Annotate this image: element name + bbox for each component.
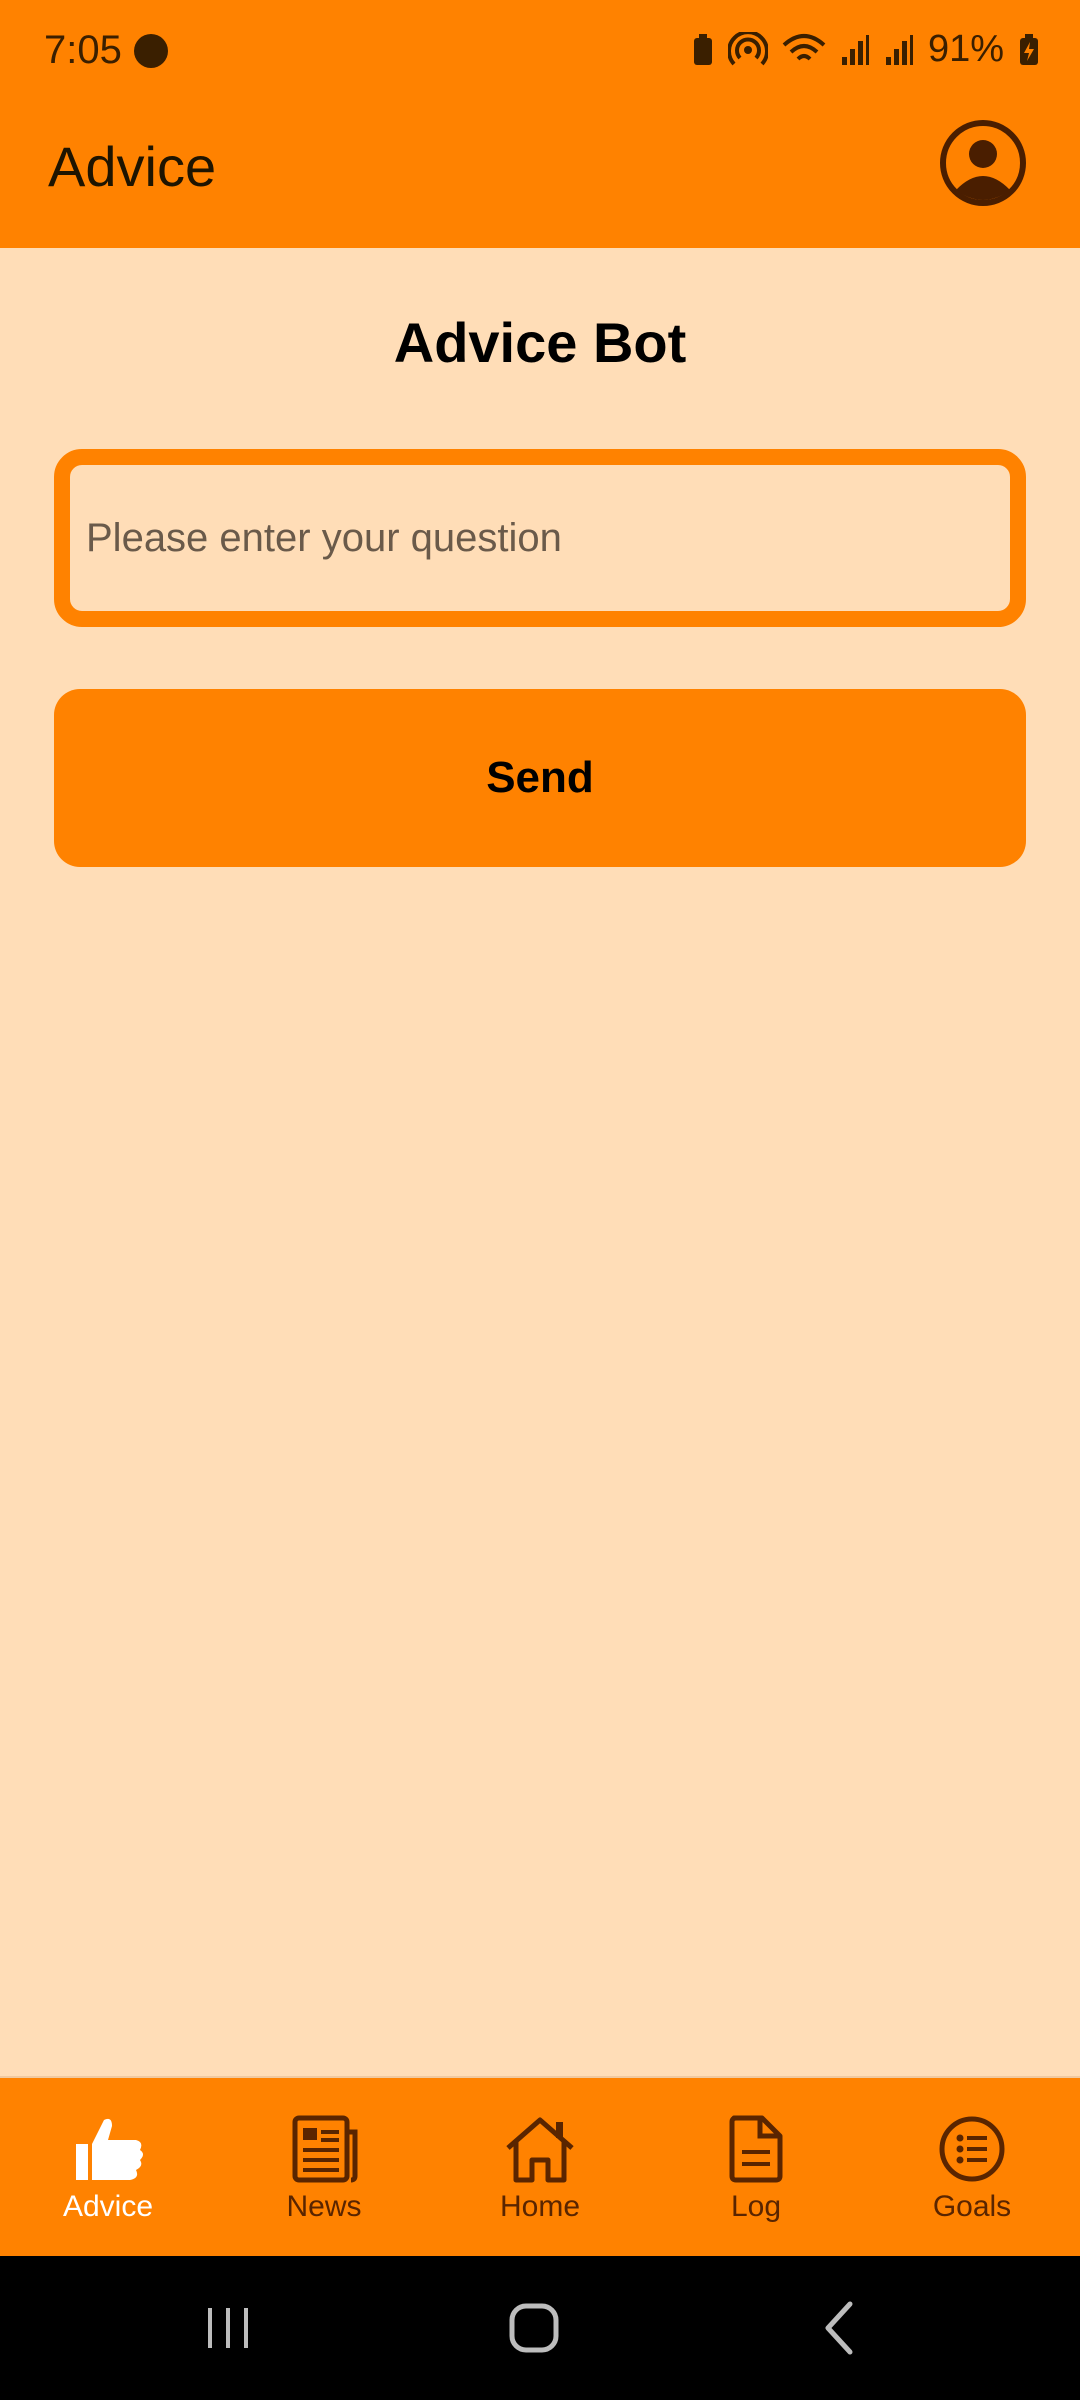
status-icons: 91% (692, 28, 1040, 71)
wifi-icon (782, 33, 826, 60)
bottom-nav: Advice News Home Log Goals (0, 2076, 1080, 2256)
profile-status-icon (134, 34, 168, 68)
nav-label: Advice (62, 2190, 154, 2223)
nav-label: Goals (932, 2190, 1012, 2223)
nav-item-news[interactable]: News (216, 2114, 432, 2224)
nav-item-log[interactable]: Log (648, 2114, 864, 2224)
page-title: Advice Bot (393, 311, 687, 374)
list-circle-icon (939, 2116, 1005, 2182)
signal-icon (885, 34, 913, 65)
battery-percent: 91% (927, 28, 1004, 70)
send-button[interactable]: Send (54, 689, 1026, 867)
nav-item-advice[interactable]: Advice (0, 2114, 216, 2224)
nav-label: Home (499, 2190, 581, 2223)
hotspot-icon (727, 31, 768, 65)
status-time: 7:05 (44, 28, 122, 72)
status-bar: 7:05 91% (0, 0, 1080, 100)
newspaper-icon (292, 2115, 358, 2183)
home-system-icon[interactable] (506, 2298, 562, 2358)
system-nav-bar (0, 2256, 1080, 2400)
app-title: Advice (48, 135, 217, 198)
battery-saver-icon (693, 33, 712, 65)
thumbs-up-icon (76, 2118, 143, 2180)
account-circle-icon[interactable] (938, 118, 1028, 208)
nav-label: Log (730, 2190, 782, 2223)
home-icon (506, 2117, 574, 2183)
nav-item-goals[interactable]: Goals (864, 2114, 1080, 2224)
question-field[interactable] (54, 449, 1026, 627)
nav-item-home[interactable]: Home (432, 2114, 648, 2224)
recents-icon[interactable] (200, 2298, 256, 2358)
signal-icon (841, 34, 869, 65)
document-icon (729, 2115, 783, 2183)
question-input[interactable] (70, 465, 1010, 611)
back-icon[interactable] (812, 2298, 868, 2358)
battery-charging-icon (1020, 33, 1038, 65)
nav-label: News (286, 2190, 362, 2223)
app-bar: Advice (0, 100, 1080, 248)
